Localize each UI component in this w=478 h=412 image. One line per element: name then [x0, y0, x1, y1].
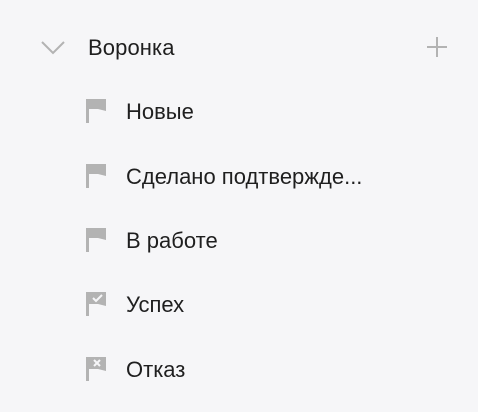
chevron-down-icon[interactable] — [38, 36, 68, 60]
funnel-item-label: Новые — [126, 99, 194, 124]
funnel-item-label: Отказ — [126, 357, 186, 382]
funnel-panel: Воронка Новые Сделано подтвержде... В ра… — [0, 0, 478, 412]
funnel-item-label: В работе — [126, 228, 218, 253]
funnel-title[interactable]: Воронка — [88, 34, 175, 62]
plus-icon[interactable] — [424, 34, 450, 60]
funnel-item-new[interactable]: Новые — [0, 88, 478, 136]
flag-icon — [84, 225, 110, 255]
funnel-item-label: Успех — [126, 292, 185, 317]
flag-check-icon — [84, 289, 110, 319]
flag-icon — [84, 96, 110, 126]
funnel-header: Воронка — [0, 22, 478, 74]
funnel-item-success[interactable]: Успех — [0, 281, 478, 329]
flag-icon — [84, 161, 110, 191]
flag-cross-icon — [84, 354, 110, 384]
funnel-item-in-progress[interactable]: В работе — [0, 217, 478, 265]
funnel-item-label: Сделано подтвержде... — [126, 164, 363, 189]
funnel-item-confirmed[interactable]: Сделано подтвержде... — [0, 153, 478, 201]
funnel-item-rejected[interactable]: Отказ — [0, 346, 478, 394]
